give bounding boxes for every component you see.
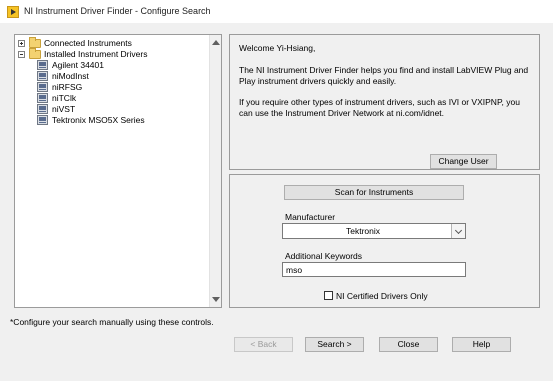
tree-item-label: Connected Instruments — [44, 38, 132, 48]
instrument-driver-icon — [37, 82, 48, 92]
instrument-driver-icon — [37, 115, 48, 125]
scan-for-instruments-button[interactable]: Scan for Instruments — [284, 185, 464, 200]
search-panel: Scan for Instruments Manufacturer Tektro… — [229, 174, 540, 308]
tree-item-label: Agilent 34401 — [52, 60, 104, 70]
tree-item-label: niVST — [52, 104, 76, 114]
folder-icon — [29, 37, 41, 48]
tree-item-installed-drivers[interactable]: Installed Instrument Drivers — [18, 48, 208, 60]
window-title: NI Instrument Driver Finder - Configure … — [24, 6, 211, 16]
back-button[interactable]: < Back — [234, 337, 293, 352]
tree-item-driver[interactable]: Agilent 34401 — [37, 60, 207, 71]
additional-keywords-input[interactable] — [282, 262, 466, 277]
welcome-paragraph-intro: The NI Instrument Driver Finder helps yo… — [239, 65, 529, 86]
tree-item-driver[interactable]: niModInst — [37, 71, 207, 82]
expand-minus-icon[interactable] — [18, 51, 25, 58]
tree-item-driver[interactable]: niVST — [37, 104, 207, 115]
tree-item-label: niRFSG — [52, 82, 83, 92]
tree-item-label: Installed Instrument Drivers — [44, 49, 148, 59]
instrument-tree[interactable]: Connected Instruments Installed Instrume… — [14, 34, 222, 308]
tree-item-label: Tektronix MSO5X Series — [52, 115, 145, 125]
scroll-down-arrow-icon[interactable] — [212, 297, 220, 302]
expand-plus-icon[interactable] — [18, 40, 25, 47]
search-button[interactable]: Search > — [305, 337, 364, 352]
welcome-panel: Welcome Yi-Hsiang, The NI Instrument Dri… — [229, 34, 540, 170]
help-button[interactable]: Help — [452, 337, 511, 352]
open-folder-icon — [29, 48, 41, 59]
tree-item-driver[interactable]: Tektronix MSO5X Series — [37, 115, 207, 126]
tree-item-label: niModInst — [52, 71, 89, 81]
close-button[interactable]: Close — [379, 337, 438, 352]
tree-item-connected-instruments[interactable]: Connected Instruments — [18, 37, 208, 49]
additional-keywords-label: Additional Keywords — [285, 251, 363, 261]
tree-item-driver[interactable]: niRFSG — [37, 82, 207, 93]
change-user-button[interactable]: Change User — [430, 154, 497, 169]
manufacturer-label: Manufacturer — [285, 212, 336, 222]
tree-scrollbar[interactable] — [209, 35, 221, 307]
instrument-driver-icon — [37, 104, 48, 114]
manufacturer-select[interactable]: Tektronix — [282, 223, 466, 239]
instrument-driver-icon — [37, 93, 48, 103]
chevron-down-icon[interactable] — [451, 224, 465, 238]
scroll-up-arrow-icon[interactable] — [212, 40, 220, 45]
tree-item-label: niTClk — [52, 93, 77, 103]
manufacturer-selected-value: Tektronix — [345, 226, 380, 236]
manual-config-note: *Configure your search manually using th… — [10, 317, 214, 327]
labview-app-icon — [7, 6, 19, 18]
instrument-driver-icon — [37, 71, 48, 81]
certified-drivers-label: NI Certified Drivers Only — [336, 291, 428, 301]
title-bar: NI Instrument Driver Finder - Configure … — [0, 0, 553, 24]
welcome-greeting: Welcome Yi-Hsiang, — [239, 43, 316, 53]
certified-drivers-checkbox[interactable] — [324, 291, 333, 300]
welcome-paragraph-idnet: If you require other types of instrument… — [239, 97, 520, 118]
tree-item-driver[interactable]: niTClk — [37, 93, 207, 104]
instrument-driver-icon — [37, 60, 48, 70]
